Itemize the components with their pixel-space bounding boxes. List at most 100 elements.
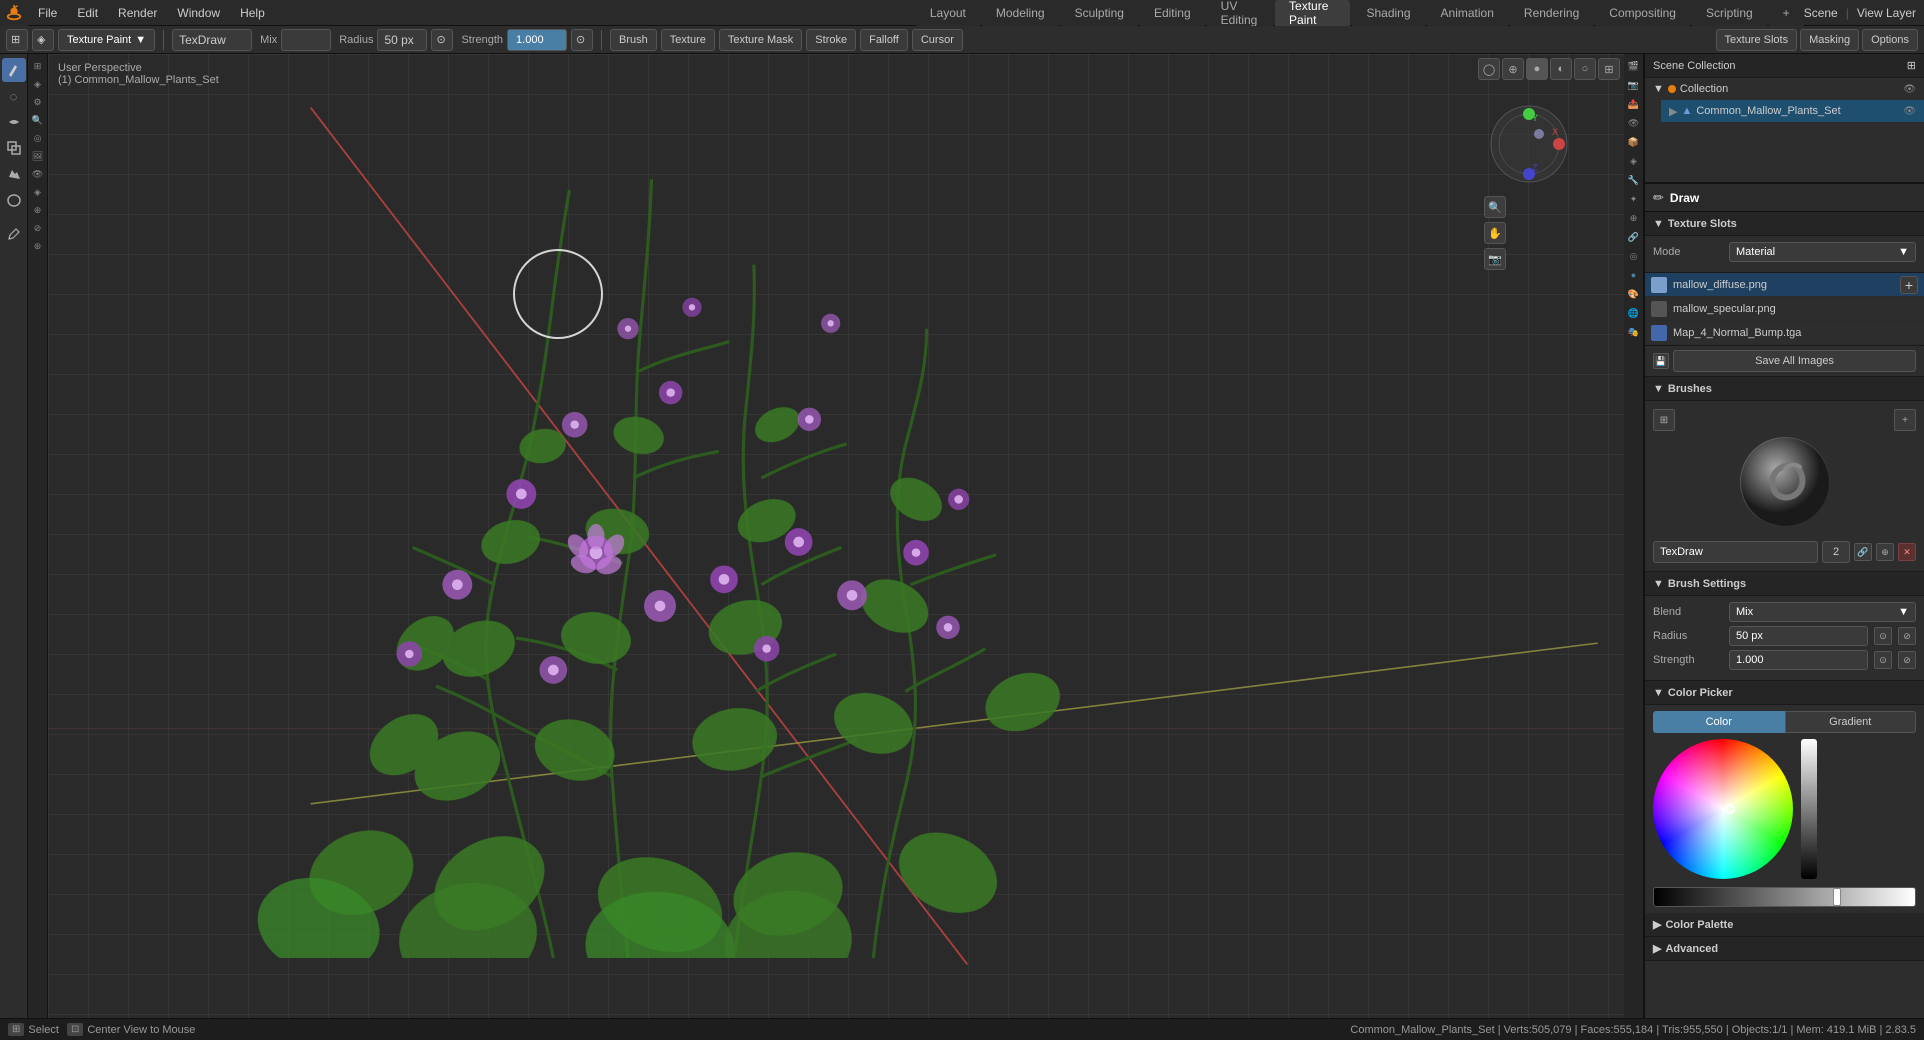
camera-btn[interactable]: 📷 xyxy=(1484,248,1506,270)
brush-name-field[interactable]: TexDraw xyxy=(1653,541,1818,563)
texture-slot-1[interactable]: mallow_specular.png xyxy=(1645,297,1924,321)
mode-prop-select[interactable]: Material ▼ xyxy=(1729,242,1916,262)
radius-jitter-btn[interactable]: ⊘ xyxy=(1898,627,1916,645)
advanced-section-header[interactable]: ▶ Advanced xyxy=(1645,937,1924,961)
tool-soften[interactable]: ◌ xyxy=(2,84,26,108)
color-picker-dot[interactable] xyxy=(1725,804,1735,814)
gizmo-toggle[interactable]: ⊕ xyxy=(1502,58,1524,80)
shading-toggle[interactable]: ⊞ xyxy=(1598,58,1620,80)
hue-handle[interactable] xyxy=(1833,888,1841,906)
ri-icon-collection[interactable]: 📦 xyxy=(1626,134,1642,150)
menu-file[interactable]: File xyxy=(28,0,67,26)
ri-icon-output[interactable]: 📤 xyxy=(1626,96,1642,112)
strength-icon-btn[interactable]: ⊙ xyxy=(571,29,593,51)
lp-icon-7[interactable]: 👁 xyxy=(30,166,46,182)
brush-settings-section-header[interactable]: ▼ Brush Settings xyxy=(1645,572,1924,596)
menu-render[interactable]: Render xyxy=(108,0,167,26)
ri-icon-shaderfx[interactable]: 🎨 xyxy=(1626,286,1642,302)
tool-draw[interactable] xyxy=(2,58,26,82)
brush-grid-toggle[interactable]: ⊞ xyxy=(1653,409,1675,431)
tab-layout[interactable]: Layout xyxy=(916,0,980,26)
ri-icon-object[interactable]: ◈ xyxy=(1626,153,1642,169)
ri-icon-constraint[interactable]: 🔗 xyxy=(1626,229,1642,245)
tab-animation[interactable]: Animation xyxy=(1427,0,1508,26)
tab-scripting[interactable]: Scripting xyxy=(1692,0,1767,26)
lp-icon-4[interactable]: 🔍 xyxy=(30,112,46,128)
color-tab-gradient[interactable]: Gradient xyxy=(1785,711,1917,733)
radius-pressure-btn[interactable]: ⊙ xyxy=(1874,627,1892,645)
tool-fill[interactable] xyxy=(2,162,26,186)
mode-icon-1[interactable]: ⊞ xyxy=(6,29,28,51)
color-tab-color[interactable]: Color xyxy=(1653,711,1785,733)
lp-icon-10[interactable]: ⊘ xyxy=(30,220,46,236)
texture-slot-2[interactable]: Map_4_Normal_Bump.tga xyxy=(1645,321,1924,345)
strength-pressure-btn[interactable]: ⊙ xyxy=(1874,651,1892,669)
axis-nav-widget[interactable]: X Y Z xyxy=(1484,99,1574,189)
view-layer-selector[interactable]: View Layer xyxy=(1857,6,1916,20)
color-palette-section-header[interactable]: ▶ Color Palette xyxy=(1645,913,1924,937)
ri-icon-scene[interactable]: 🎬 xyxy=(1626,58,1642,74)
tab-rendering[interactable]: Rendering xyxy=(1510,0,1593,26)
masking-btn[interactable]: Masking xyxy=(1800,29,1859,51)
blend-value-toolbar[interactable] xyxy=(281,29,331,51)
brush-copy-btn[interactable]: ⊕ xyxy=(1876,543,1894,561)
blend-prop-select[interactable]: Mix ▼ xyxy=(1729,602,1916,622)
falloff-btn[interactable]: Falloff xyxy=(860,29,908,51)
ri-icon-modifier[interactable]: 🔧 xyxy=(1626,172,1642,188)
zoom-out-btn[interactable]: 🔍 xyxy=(1484,196,1506,218)
ri-icon-data[interactable]: ◎ xyxy=(1626,248,1642,264)
tool-annotate[interactable] xyxy=(2,222,26,246)
ri-icon-scene2[interactable]: 🎭 xyxy=(1626,324,1642,340)
tool-clone[interactable] xyxy=(2,136,26,160)
lp-icon-2[interactable]: ◈ xyxy=(30,76,46,92)
brush-link-btn[interactable]: 🔗 xyxy=(1854,543,1872,561)
lp-icon-5[interactable]: ◎ xyxy=(30,130,46,146)
overlay-toggle[interactable]: ◯ xyxy=(1478,58,1500,80)
radius-icon-btn[interactable]: ⊙ xyxy=(431,29,453,51)
hand-tool-btn[interactable]: ✋ xyxy=(1484,222,1506,244)
scene-selector[interactable]: Scene xyxy=(1804,6,1838,20)
strength-jitter-btn[interactable]: ⊘ xyxy=(1898,651,1916,669)
brush-name-toolbar[interactable]: TexDraw xyxy=(172,29,252,51)
texture-slot-0[interactable]: mallow_diffuse.png + xyxy=(1645,273,1924,297)
brush-add-btn[interactable]: + xyxy=(1894,409,1916,431)
save-icon[interactable]: 💾 xyxy=(1653,353,1669,369)
menu-window[interactable]: Window xyxy=(167,0,230,26)
texture-btn[interactable]: Texture xyxy=(661,29,715,51)
brush-thumbnail[interactable] xyxy=(1740,437,1830,527)
texture-slots-btn[interactable]: Texture Slots xyxy=(1716,29,1798,51)
mode-selector[interactable]: Texture Paint ▼ xyxy=(58,29,155,51)
ri-icon-world[interactable]: 🌐 xyxy=(1626,305,1642,321)
lp-icon-8[interactable]: ◈ xyxy=(30,184,46,200)
collection-eye[interactable]: 👁 xyxy=(1903,84,1916,95)
menu-edit[interactable]: Edit xyxy=(67,0,108,26)
shading-render[interactable]: ○ xyxy=(1574,58,1596,80)
viewport[interactable]: User Perspective (1) Common_Mallow_Plant… xyxy=(48,54,1624,1018)
menu-help[interactable]: Help xyxy=(230,0,275,26)
brightness-bar[interactable] xyxy=(1801,739,1817,879)
tab-shading[interactable]: Shading xyxy=(1352,0,1424,26)
lp-icon-1[interactable]: ⊞ xyxy=(30,58,46,74)
mesh-eye[interactable]: 👁 xyxy=(1903,106,1916,117)
hue-bar[interactable] xyxy=(1653,887,1916,907)
tab-compositing[interactable]: Compositing xyxy=(1595,0,1690,26)
strength-prop-value[interactable]: 1.000 xyxy=(1729,650,1868,670)
tab-editing[interactable]: Editing xyxy=(1140,0,1205,26)
cursor-btn[interactable]: Cursor xyxy=(912,29,963,51)
tab-uv-editing[interactable]: UV Editing xyxy=(1207,0,1273,26)
lp-icon-9[interactable]: ⊕ xyxy=(30,202,46,218)
brush-btn[interactable]: Brush xyxy=(610,29,657,51)
ri-icon-render[interactable]: 📷 xyxy=(1626,77,1642,93)
shading-material[interactable]: ◐ xyxy=(1550,58,1572,80)
save-images-btn[interactable]: Save All Images xyxy=(1673,350,1916,372)
lp-icon-3[interactable]: ⚙ xyxy=(30,94,46,110)
ri-icon-material[interactable]: ● xyxy=(1626,267,1642,283)
outliner-item-mesh[interactable]: ▶ ▲ Common_Mallow_Plants_Set 👁 xyxy=(1661,100,1924,122)
texture-add-btn[interactable]: + xyxy=(1900,276,1918,294)
tool-mask[interactable] xyxy=(2,188,26,212)
tab-add[interactable]: + xyxy=(1769,0,1804,26)
filter-icon[interactable]: ⊞ xyxy=(1907,59,1916,72)
ri-icon-particle[interactable]: ✦ xyxy=(1626,191,1642,207)
mode-icon-2[interactable]: ◈ xyxy=(32,29,54,51)
texture-slots-section-header[interactable]: ▼ Texture Slots xyxy=(1645,212,1924,236)
